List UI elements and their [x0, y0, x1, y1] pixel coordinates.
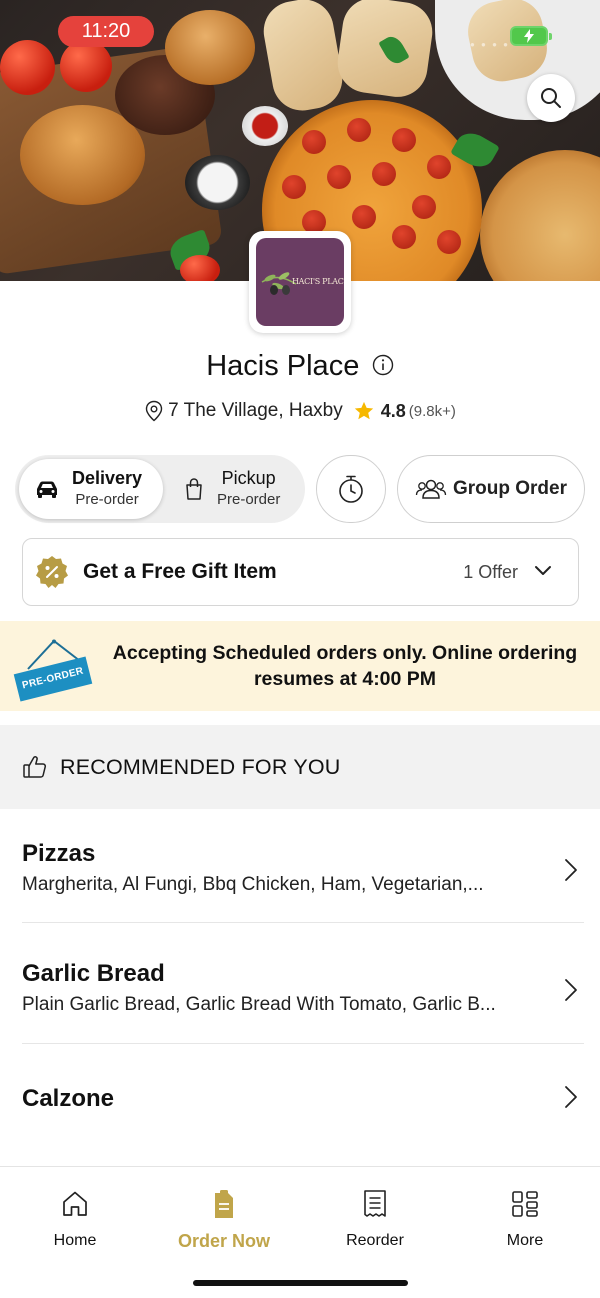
- status-time: 11:20: [58, 16, 154, 47]
- chevron-down-icon: [535, 566, 551, 575]
- restaurant-title-row: Hacis Place: [0, 350, 600, 383]
- car-icon: [37, 481, 57, 498]
- address-row: 7 The Village, Haxby 4.8 (9.8k+): [0, 400, 600, 422]
- category-row-garlic-bread[interactable]: Garlic Bread Plain Garlic Bread, Garlic …: [22, 960, 584, 1016]
- tab-label: Home: [53, 1232, 97, 1249]
- chevron-right-icon: [565, 979, 577, 1001]
- delivery-option[interactable]: Delivery Pre-order: [19, 459, 163, 519]
- discount-badge-icon: [35, 555, 69, 589]
- bottom-tab-bar: Home Order Now Reorder More: [0, 1166, 600, 1298]
- shopping-bag-icon: [186, 478, 202, 500]
- timer-icon: [339, 475, 363, 503]
- banner-message: Accepting Scheduled orders only. Online …: [112, 642, 578, 690]
- order-mode-toggle: Delivery Pre-order Pickup Pre-order: [15, 455, 305, 523]
- free-gift-offer-card[interactable]: Get a Free Gift Item 1 Offer: [22, 538, 579, 606]
- delivery-sub: Pre-order: [75, 491, 139, 508]
- recommended-header: RECOMMENDED FOR YOU: [0, 725, 600, 809]
- category-row-calzone[interactable]: Calzone: [22, 1085, 584, 1113]
- signal-dots: ● ● ● ●: [470, 40, 510, 49]
- category-name: Garlic Bread: [22, 960, 165, 987]
- rating-value: 4.8: [380, 400, 406, 421]
- category-row-pizzas[interactable]: Pizzas Margherita, Al Fungi, Bbq Chicken…: [22, 840, 584, 896]
- category-items: Margherita, Al Fungi, Bbq Chicken, Ham, …: [22, 874, 484, 895]
- chevron-right-icon: [565, 859, 577, 881]
- star-icon: [354, 401, 373, 420]
- pickup-option[interactable]: Pickup Pre-order: [173, 459, 301, 519]
- wrap-decor: [258, 0, 348, 116]
- category-name: Pizzas: [22, 840, 96, 867]
- divider: [22, 1043, 584, 1044]
- group-order-button[interactable]: Group Order: [397, 455, 585, 523]
- delivery-label: Delivery: [72, 468, 143, 488]
- offer-title: Get a Free Gift Item: [83, 560, 277, 583]
- receipt-icon: [364, 1190, 386, 1217]
- group-people-icon: [415, 479, 447, 499]
- burger-decor: [165, 10, 255, 85]
- offer-count: 1 Offer: [463, 561, 518, 582]
- search-button[interactable]: [527, 74, 575, 122]
- category-items: Plain Garlic Bread, Garlic Bread With To…: [22, 994, 496, 1015]
- preorder-sign-icon: PRE-ORDER: [13, 639, 94, 702]
- order-bag-icon: [215, 1190, 233, 1218]
- sauce-bowl-decor: [242, 106, 288, 146]
- tomato-decor: [180, 255, 220, 281]
- info-icon[interactable]: [372, 354, 394, 376]
- pizza-decor: [480, 150, 600, 281]
- battery-charging-icon: [510, 26, 552, 46]
- tomato-decor: [0, 40, 55, 95]
- pickup-label: Pickup: [221, 468, 276, 488]
- thumbs-up-icon: [23, 756, 47, 778]
- home-icon: [63, 1191, 87, 1216]
- chevron-right-icon: [565, 1086, 577, 1108]
- tab-reorder[interactable]: Reorder: [325, 1189, 425, 1250]
- pickup-sub: Pre-order: [217, 491, 281, 508]
- tomato-decor: [60, 40, 112, 92]
- restaurant-logo: HACI'S PLACE: [249, 231, 351, 333]
- tab-label: Order Now: [177, 1231, 270, 1251]
- restaurant-name: Hacis Place: [206, 350, 360, 382]
- group-order-label: Group Order: [452, 478, 567, 499]
- logo-text: HACI'S PLACE: [292, 277, 344, 286]
- preorder-banner: PRE-ORDER Accepting Scheduled orders onl…: [0, 621, 600, 711]
- grid-icon: [512, 1191, 538, 1217]
- tab-label: Reorder: [346, 1232, 404, 1249]
- tab-order-now[interactable]: Order Now: [174, 1189, 274, 1252]
- search-icon: [541, 88, 561, 108]
- tab-label: More: [506, 1232, 544, 1249]
- salt-bowl-decor: [185, 155, 250, 210]
- divider: [22, 922, 584, 923]
- schedule-button[interactable]: [316, 455, 386, 523]
- home-indicator[interactable]: [193, 1280, 408, 1286]
- restaurant-address: 7 The Village, Haxby: [168, 400, 343, 421]
- recommended-title: RECOMMENDED FOR YOU: [60, 754, 341, 779]
- rating-count: (9.8k+): [408, 402, 456, 420]
- tab-more[interactable]: More: [475, 1189, 575, 1250]
- location-pin-icon: [145, 400, 163, 422]
- category-name: Calzone: [22, 1085, 115, 1112]
- tab-home[interactable]: Home: [25, 1189, 125, 1250]
